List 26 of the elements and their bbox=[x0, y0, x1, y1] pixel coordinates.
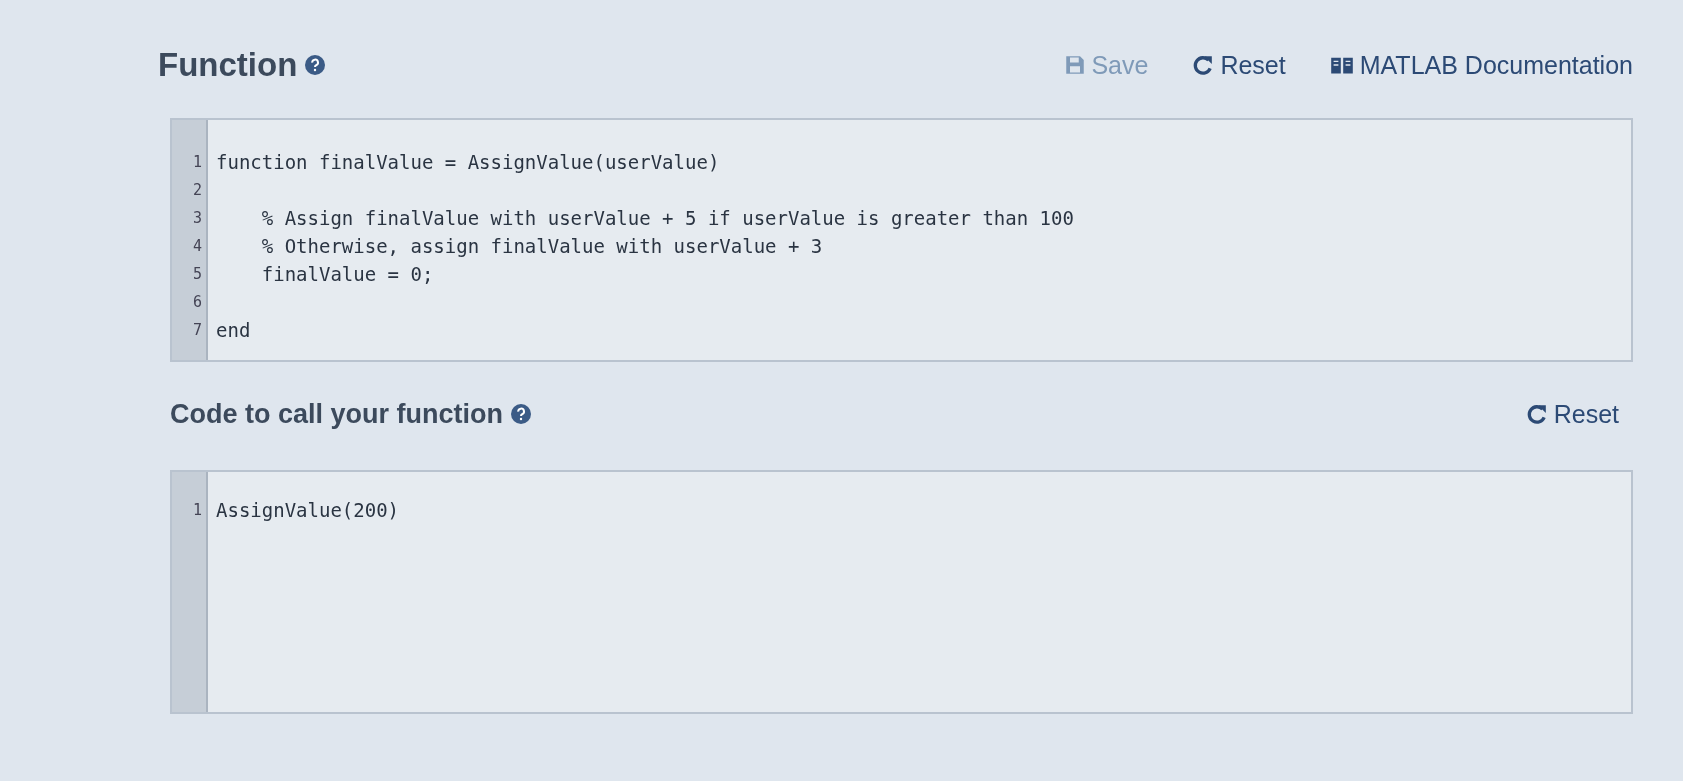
reset-button[interactable]: Reset bbox=[1192, 50, 1286, 80]
code-line: function finalValue = AssignValue(userValue) bbox=[216, 151, 720, 173]
section-title: Code to call your function bbox=[170, 398, 503, 430]
circular-arrow-icon bbox=[1192, 54, 1215, 76]
line-number: 7 bbox=[192, 320, 202, 341]
reset-button[interactable]: Reset bbox=[1525, 399, 1619, 429]
line-number: 1 bbox=[192, 500, 202, 521]
code-line: end bbox=[216, 319, 251, 341]
help-icon[interactable] bbox=[511, 404, 531, 424]
code-editor[interactable]: 1 AssignValue(200) bbox=[170, 470, 1633, 714]
book-icon bbox=[1329, 55, 1354, 75]
code-line: AssignValue(200) bbox=[216, 499, 400, 521]
code-line: finalValue = 0; bbox=[260, 263, 434, 285]
circular-arrow-icon bbox=[1525, 403, 1548, 425]
line-number: 2 bbox=[192, 180, 202, 201]
help-icon[interactable] bbox=[305, 55, 326, 75]
line-number: 5 bbox=[192, 264, 202, 285]
code-line: % Assign finalValue with userValue + 5 if userValue is greater than 100 bbox=[260, 207, 1074, 229]
line-number: 1 bbox=[192, 152, 202, 173]
code-editor[interactable]: 1 2 3 4 5 6 7 function finalValue = AssignValue(userValue) % Assign finalValue with userValue + 5 if userValue is greater than 100 % Otherwise, assign finalValue with userValue + 3 finalValue = 0; end bbox=[170, 118, 1633, 362]
line-number: 4 bbox=[192, 236, 202, 257]
section-title: Function bbox=[158, 46, 298, 84]
line-number: 3 bbox=[192, 208, 202, 229]
code-line: % Otherwise, assign finalValue with userValue + 3 bbox=[260, 235, 823, 257]
documentation-link[interactable]: MATLAB Documentation bbox=[1329, 50, 1633, 80]
line-number: 6 bbox=[192, 292, 202, 313]
